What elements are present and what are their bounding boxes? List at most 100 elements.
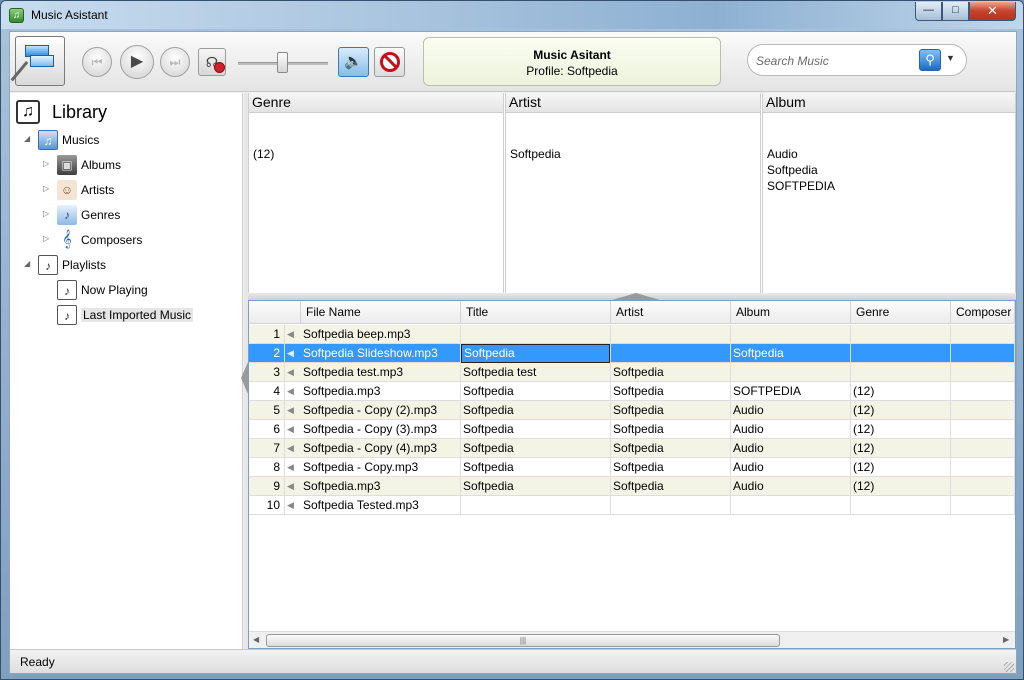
cell-title[interactable]: Softpedia bbox=[461, 420, 611, 439]
cell-album[interactable] bbox=[731, 325, 851, 344]
search-dropdown-arrow[interactable]: ▼ bbox=[946, 53, 955, 63]
cell-file-name[interactable]: Softpedia.mp3 bbox=[301, 382, 461, 401]
cell-album[interactable]: SOFTPEDIA bbox=[731, 382, 851, 401]
album-filter-item[interactable]: SOFTPEDIA bbox=[767, 179, 835, 193]
scroll-right-icon[interactable]: ▶ bbox=[1003, 635, 1009, 644]
speaker-icon[interactable]: ◀ bbox=[287, 500, 294, 511]
cell-album[interactable]: Audio bbox=[731, 420, 851, 439]
cell-file-name[interactable]: Softpedia.mp3 bbox=[301, 477, 461, 496]
cell-title[interactable] bbox=[461, 496, 611, 515]
cell-album[interactable] bbox=[731, 363, 851, 382]
cell-composer[interactable] bbox=[951, 401, 1015, 420]
column-header-composer[interactable]: Composer bbox=[951, 301, 1015, 324]
cell-album[interactable]: Audio bbox=[731, 439, 851, 458]
cell-genre[interactable] bbox=[851, 496, 951, 515]
artist-filter-item[interactable]: Softpedia bbox=[510, 147, 561, 161]
cell-composer[interactable] bbox=[951, 458, 1015, 477]
cell-title[interactable] bbox=[461, 325, 611, 344]
cell-composer[interactable] bbox=[951, 496, 1015, 515]
table-row[interactable]: ◀ 1 Softpedia beep.mp3 bbox=[249, 325, 1015, 344]
horizontal-scrollbar[interactable]: ◀ ||| ▶ bbox=[249, 631, 1015, 648]
artist-filter-pane[interactable]: Artist Softpedia bbox=[505, 93, 761, 293]
next-track-button[interactable]: ⏭ bbox=[160, 47, 190, 77]
tree-node-last-imported[interactable]: ♪ Last Imported Music bbox=[10, 303, 240, 327]
cell-artist[interactable]: Softpedia bbox=[611, 363, 731, 382]
splitter-grip-icon[interactable] bbox=[612, 293, 660, 300]
cell-genre[interactable]: (12) bbox=[851, 458, 951, 477]
table-row[interactable]: ◀ 7 Softpedia - Copy (4).mp3 Softpedia Softp… bbox=[249, 439, 1015, 458]
cell-title[interactable]: Softpedia bbox=[461, 344, 611, 363]
album-filter-header[interactable]: Album bbox=[763, 93, 1015, 113]
cell-artist[interactable]: Softpedia bbox=[611, 382, 731, 401]
tree-node-albums[interactable]: ▷ ▣ Albums bbox=[10, 153, 240, 177]
scrollbar-thumb[interactable]: ||| bbox=[266, 634, 780, 647]
cell-file-name[interactable]: Softpedia - Copy (3).mp3 bbox=[301, 420, 461, 439]
column-header-title[interactable]: Title bbox=[461, 301, 611, 324]
cell-genre[interactable] bbox=[851, 325, 951, 344]
cell-composer[interactable] bbox=[951, 325, 1015, 344]
resize-grip-icon[interactable] bbox=[1004, 662, 1014, 672]
minimize-button[interactable]: — bbox=[915, 2, 942, 21]
genre-filter-pane[interactable]: Genre (12) bbox=[248, 93, 504, 293]
collapse-arrow-icon[interactable]: ◢ bbox=[24, 259, 30, 268]
album-filter-pane[interactable]: Album Audio Softpedia SOFTPEDIA bbox=[762, 93, 1016, 293]
column-header-album[interactable]: Album bbox=[731, 301, 851, 324]
expand-arrow-icon[interactable]: ▷ bbox=[43, 209, 49, 218]
sidebar-collapse-grip[interactable] bbox=[241, 362, 248, 394]
cell-composer[interactable] bbox=[951, 420, 1015, 439]
speaker-icon[interactable]: ◀ bbox=[287, 481, 294, 492]
tree-node-now-playing[interactable]: ♪ Now Playing bbox=[10, 278, 240, 302]
cell-genre[interactable]: (12) bbox=[851, 477, 951, 496]
cell-file-name[interactable]: Softpedia Slideshow.mp3 bbox=[301, 344, 461, 363]
cell-title[interactable]: Softpedia test bbox=[461, 363, 611, 382]
stop-button[interactable] bbox=[374, 47, 405, 77]
cell-genre[interactable]: (12) bbox=[851, 382, 951, 401]
cell-album[interactable]: Audio bbox=[731, 477, 851, 496]
column-header-index[interactable] bbox=[249, 301, 301, 324]
table-row[interactable]: ◀ 5 Softpedia - Copy (2).mp3 Softpedia Softp… bbox=[249, 401, 1015, 420]
cell-artist[interactable] bbox=[611, 344, 731, 363]
tree-node-musics[interactable]: ◢ ♫ Musics bbox=[10, 128, 240, 152]
album-filter-item[interactable]: Softpedia bbox=[767, 163, 818, 177]
expand-arrow-icon[interactable]: ▷ bbox=[43, 234, 49, 243]
search-button[interactable]: ⚲ bbox=[919, 49, 941, 71]
app-icon[interactable]: ♫ bbox=[9, 8, 24, 23]
genre-filter-header[interactable]: Genre bbox=[249, 93, 503, 113]
cell-genre[interactable] bbox=[851, 344, 951, 363]
cell-title[interactable]: Softpedia bbox=[461, 401, 611, 420]
cell-genre[interactable]: (12) bbox=[851, 420, 951, 439]
speaker-icon[interactable]: ◀ bbox=[287, 443, 294, 454]
maximize-button[interactable]: □ bbox=[942, 2, 969, 21]
speaker-icon[interactable]: ◀ bbox=[287, 386, 294, 397]
cell-composer[interactable] bbox=[951, 382, 1015, 401]
expand-arrow-icon[interactable]: ▷ bbox=[43, 159, 49, 168]
cell-title[interactable]: Softpedia bbox=[461, 477, 611, 496]
tree-node-playlists[interactable]: ◢ ♪ Playlists bbox=[10, 253, 240, 277]
cell-genre[interactable]: (12) bbox=[851, 401, 951, 420]
artist-filter-header[interactable]: Artist bbox=[506, 93, 760, 113]
table-row[interactable]: ◀ 8 Softpedia - Copy.mp3 Softpedia Softpedia… bbox=[249, 458, 1015, 477]
column-header-genre[interactable]: Genre bbox=[851, 301, 951, 324]
cell-artist[interactable] bbox=[611, 496, 731, 515]
cell-title[interactable]: Softpedia bbox=[461, 439, 611, 458]
cell-album[interactable]: Audio bbox=[731, 401, 851, 420]
cell-title[interactable]: Softpedia bbox=[461, 382, 611, 401]
genre-filter-item[interactable]: (12) bbox=[253, 147, 274, 161]
previous-track-button[interactable]: ⏮ bbox=[82, 47, 112, 77]
speaker-icon[interactable]: ◀ bbox=[287, 405, 294, 416]
column-header-artist[interactable]: Artist bbox=[611, 301, 731, 324]
table-row[interactable]: ◀ 4 Softpedia.mp3 Softpedia Softpedia SOFTPED… bbox=[249, 382, 1015, 401]
volume-slider-thumb[interactable] bbox=[277, 52, 288, 73]
playlist-edit-button[interactable] bbox=[10, 36, 65, 86]
table-row[interactable]: ◀ 10 Softpedia Tested.mp3 bbox=[249, 496, 1015, 515]
cell-genre[interactable] bbox=[851, 363, 951, 382]
play-button[interactable]: ▶ bbox=[120, 45, 154, 79]
cell-genre[interactable]: (12) bbox=[851, 439, 951, 458]
tree-node-genres[interactable]: ▷ ♪ Genres bbox=[10, 203, 240, 227]
speaker-icon[interactable]: ◀ bbox=[287, 462, 294, 473]
cell-file-name[interactable]: Softpedia Tested.mp3 bbox=[301, 496, 461, 515]
speaker-icon[interactable]: ◀ bbox=[287, 367, 294, 378]
cell-album[interactable] bbox=[731, 496, 851, 515]
album-filter-item[interactable]: Audio bbox=[767, 147, 798, 161]
table-row[interactable]: ◀ 6 Softpedia - Copy (3).mp3 Softpedia Softp… bbox=[249, 420, 1015, 439]
